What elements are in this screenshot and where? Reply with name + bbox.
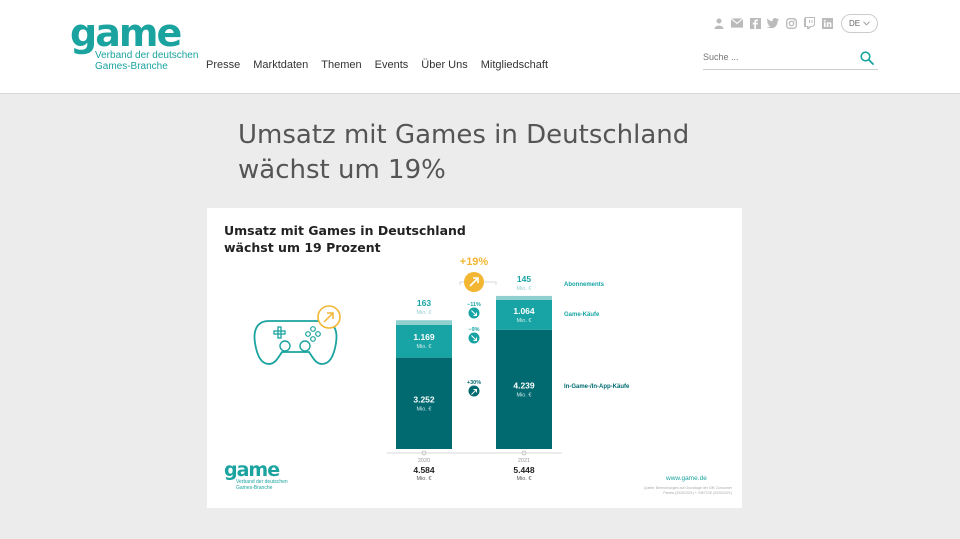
total-label: 5.448: [513, 465, 535, 475]
nav-item-themen[interactable]: Themen: [321, 59, 361, 71]
value-label: 4.239: [513, 380, 535, 390]
infographic-logo-tagline2: Games-Branche: [236, 485, 273, 491]
legend-label: Abonnements: [564, 282, 605, 288]
logo-wordmark: game: [70, 11, 182, 55]
unit-label: Mio. €: [417, 344, 432, 350]
search-icon[interactable]: [860, 51, 874, 65]
value-label: 145: [517, 274, 531, 284]
legend-label: Game-Käufe: [564, 312, 600, 318]
unit-label: Mio. €: [517, 318, 532, 324]
nav-item-events[interactable]: Events: [375, 59, 409, 71]
change-label: +30%: [467, 380, 481, 386]
growth-badge-icon: [317, 305, 341, 329]
logo-tagline-line2: Games-Branche: [95, 61, 168, 72]
total-unit-label: Mio. €: [417, 476, 432, 482]
total-label: 4.584: [413, 465, 435, 475]
change-label: −9%: [468, 327, 479, 333]
total-unit-label: Mio. €: [517, 476, 532, 482]
value-label: 163: [417, 298, 431, 308]
x-tick-label: 2020: [418, 458, 430, 464]
change-label: −11%: [467, 302, 481, 308]
twitter-icon[interactable]: [767, 17, 779, 29]
page-title-line1: Umsatz mit Games in Deutschland: [238, 120, 690, 150]
language-switcher[interactable]: DE: [841, 14, 878, 33]
nav-item-marktdaten[interactable]: Marktdaten: [253, 59, 308, 71]
nav-item-mitgliedschaft[interactable]: Mitgliedschaft: [481, 59, 548, 71]
mail-icon[interactable]: [731, 17, 743, 29]
nav-item-presse[interactable]: Presse: [206, 59, 240, 71]
infographic-logo: game Verband der deutschen Games-Branche: [224, 459, 288, 492]
page-title: Umsatz mit Games in Deutschland wächst u…: [238, 118, 758, 188]
infographic-logo-wordmark: game: [224, 459, 280, 481]
instagram-icon[interactable]: [785, 17, 797, 29]
bar-segment: [496, 295, 552, 300]
source-note-line2: Panels (2020/2021) + GfK/TGE (2020/2021): [663, 491, 732, 495]
unit-label: Mio. €: [517, 392, 532, 398]
legend-label: In-Game-/In-App-Käufe: [564, 384, 630, 390]
value-label: 1.169: [413, 332, 435, 342]
user-icon[interactable]: [713, 17, 725, 29]
unit-label: Mio. €: [417, 406, 432, 412]
twitch-icon[interactable]: [803, 17, 815, 29]
source-note-line1: Quelle: Berechnungen auf Grundlage der G…: [643, 486, 732, 490]
total-change-label: +19%: [460, 256, 489, 268]
nav-item-ueber-uns[interactable]: Über Uns: [421, 59, 467, 71]
search-input[interactable]: [703, 52, 853, 62]
value-label: 1.064: [513, 306, 535, 316]
linkedin-icon[interactable]: [821, 17, 833, 29]
chevron-down-icon: [863, 19, 870, 28]
page-title-line2: wächst um 19%: [238, 155, 446, 185]
infographic-source-note: Quelle: Berechnungen auf Grundlage der G…: [632, 486, 732, 496]
change-badge: [468, 385, 480, 397]
unit-label: Mio. €: [417, 310, 432, 316]
site-logo[interactable]: game Verband der deutschen Games-Branche: [70, 11, 200, 76]
language-label: DE: [848, 19, 861, 28]
unit-label: Mio. €: [517, 286, 532, 292]
infographic-image: Umsatz mit Games in Deutschland wächst u…: [207, 208, 742, 508]
value-label: 3.252: [413, 394, 435, 404]
utility-icons: [713, 17, 833, 29]
bar-segment: [396, 320, 452, 325]
search-box: [703, 50, 878, 70]
site-header: game Verband der deutschen Games-Branche…: [0, 0, 960, 94]
x-tick-label: 2021: [518, 458, 530, 464]
infographic-url: www.game.de: [666, 475, 707, 482]
main-nav: Presse Marktdaten Themen Events Über Uns…: [206, 59, 561, 71]
facebook-icon[interactable]: [749, 17, 761, 29]
